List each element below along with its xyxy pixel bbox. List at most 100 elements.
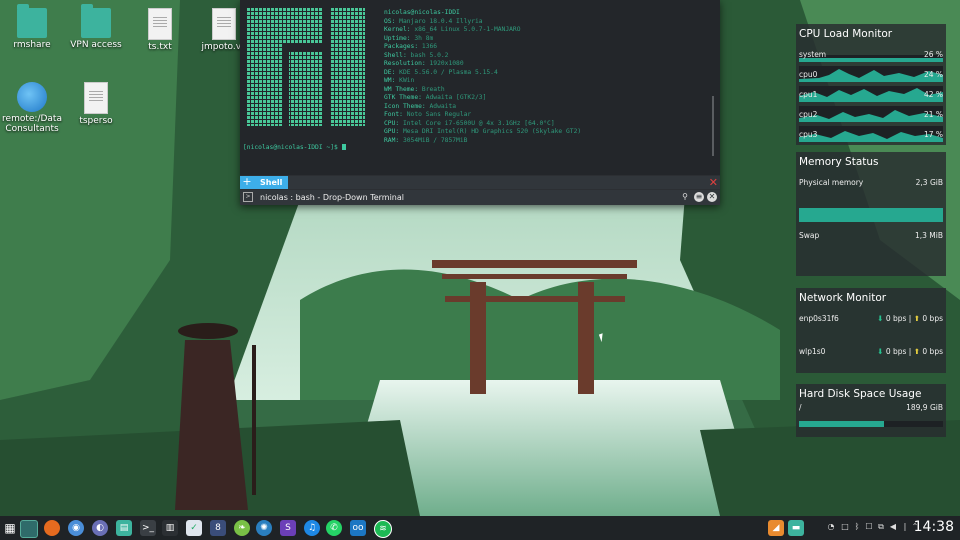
sysinfo-cpu: Intel Core i7-6500U @ 4x 3.1GHz [64.0°C] [402, 119, 555, 127]
terminal-app-icon: > [243, 192, 253, 202]
globe-icon [17, 82, 47, 112]
tab-shell[interactable]: Shell [254, 176, 289, 189]
pin-icon[interactable]: ⚲ [680, 192, 690, 202]
sysinfo-resolution: 1920x1080 [429, 60, 464, 67]
network-tool-icon[interactable]: ✺ [256, 520, 272, 536]
terminal-title-bar: > nicolas : bash - Drop-Down Terminal ⚲ … [240, 190, 720, 205]
notes-app-icon[interactable]: ◢ [768, 520, 784, 536]
vivaldi-icon[interactable]: ✓ [186, 520, 202, 536]
physical-memory-bar [799, 208, 943, 222]
display-icon[interactable]: ⧉ [876, 522, 886, 532]
network-row-enp0s31f6: enp0s31f6 ⬇ 0 bps | ⬆ 0 bps [799, 314, 943, 323]
nextcloud-icon[interactable]: oo [350, 520, 366, 536]
disk-row-root: / 189,9 GiB [799, 403, 943, 412]
close-icon[interactable]: ✕ [707, 192, 717, 202]
sysinfo-icon-theme: Adwaita [429, 102, 457, 110]
bluetooth-icon[interactable]: ᛒ [852, 522, 862, 532]
screenfetch-output: nicolas@nicolas-IDDI OS: Manjaro 18.0.4 … [384, 9, 582, 144]
keepass-icon[interactable]: 8 [210, 520, 226, 536]
cpu-row-system: system 26 % [799, 46, 943, 62]
widget-title: Memory Status [799, 156, 879, 168]
cpu-graph [799, 106, 943, 122]
network-row-wlp1s0: wlp1s0 ⬇ 0 bps | ⬆ 0 bps [799, 347, 943, 356]
sysinfo-wm-theme: Breath [421, 85, 445, 93]
swap-row: Swap 1,3 MiB [799, 231, 943, 240]
sysinfo-shell: bash 5.0.2 [410, 51, 449, 59]
chromium-icon[interactable]: ◉ [68, 520, 84, 536]
dropdown-terminal-window[interactable]: nicolas@nicolas-IDDI OS: Manjaro 18.0.4 … [240, 0, 720, 205]
cpu-graph [799, 126, 943, 142]
sysinfo-gpu: Mesa DRI Intel(R) HD Graphics 520 (Skyla… [402, 128, 582, 135]
terminal-icon[interactable]: >_ [140, 520, 156, 536]
sysinfo-ram: 3054MiB / 7857MiB [402, 136, 468, 144]
memory-status-widget: Memory Status Physical memory 2,3 GiB Sw… [796, 152, 946, 276]
close-tab-icon[interactable]: ✕ [709, 176, 718, 189]
text-cursor [341, 144, 346, 150]
disk-usage-fill [799, 421, 884, 427]
shell-prompt[interactable]: [nicolas@nicolas-IDDI ~]$ [243, 144, 346, 151]
network-icon[interactable]: | [900, 522, 910, 532]
sysinfo-font: Noto Sans Regular [406, 111, 472, 118]
physical-memory-row: Physical memory 2,3 GiB [799, 178, 943, 187]
cpu-row-cpu3: cpu3 17 % [799, 126, 943, 142]
cpu-load-monitor-widget: CPU Load Monitor system 26 % cpu0 24 % c… [796, 24, 946, 145]
firefox-icon[interactable] [44, 520, 60, 536]
spotify-icon[interactable]: ≋ [374, 520, 392, 538]
sysinfo-uptime: 3h 8m [414, 34, 434, 42]
physical-memory-fill [799, 208, 943, 222]
hard-disk-usage-widget: Hard Disk Space Usage / 189,9 GiB [796, 384, 946, 437]
new-tab-plus-icon[interactable]: + [240, 176, 254, 189]
file-manager-icon[interactable]: ▤ [116, 520, 132, 536]
application-launcher-icon[interactable]: ▦ [2, 520, 18, 536]
menu-icon[interactable]: ≡ [694, 192, 704, 202]
upload-arrow-icon: ⬆ [913, 314, 921, 323]
system-monitor-icon[interactable]: ▥ [162, 520, 178, 536]
desktop-icon-tsperso[interactable]: tsperso [64, 82, 128, 126]
skype-icon[interactable]: ♫ [304, 520, 320, 536]
clipboard-icon[interactable]: □ [840, 522, 850, 532]
sysinfo-os: Manjaro 18.0.4 Illyria [399, 17, 483, 25]
sysinfo-gtk-theme: Adwaita [GTK2/3] [425, 94, 487, 101]
window-title: nicolas : bash - Drop-Down Terminal [260, 193, 405, 202]
browser-icon[interactable]: ◐ [92, 520, 108, 536]
leaf-app-icon[interactable]: ❧ [234, 520, 250, 536]
text-file-icon [212, 8, 236, 40]
kde-connect-icon[interactable]: ☐ [864, 522, 874, 532]
manjaro-logo-icon [247, 8, 365, 126]
desktop-icon-ts-txt[interactable]: ts.txt [128, 8, 192, 52]
desktop-icon-vpn-access[interactable]: VPN access [64, 4, 128, 50]
cpu-row-cpu1: cpu1 42 % [799, 86, 943, 102]
download-arrow-icon: ⬇ [877, 314, 884, 323]
update-notifier-icon[interactable]: ◔ [826, 522, 836, 532]
folder-app-icon[interactable]: ▬ [788, 520, 804, 536]
terminal-tab-bar: + Shell ✕ [240, 176, 720, 189]
sysinfo-de: KDE 5.56.0 / Plasma 5.15.4 [399, 68, 498, 76]
text-file-icon [148, 8, 172, 40]
digital-clock[interactable]: 14:38 [914, 519, 954, 535]
taskbar: ▦ ◉ ◐ ▤ >_ ▥ ✓ 8 ❧ ✺ S ♫ ✆ oo ≋ ◢ ▬ ◔ □ … [0, 516, 960, 540]
desktop-icon-rmshare[interactable]: rmshare [0, 4, 64, 50]
terminal-area[interactable]: nicolas@nicolas-IDDI OS: Manjaro 18.0.4 … [240, 0, 720, 175]
desktop-icon-remote-data-consultants[interactable]: remote:/Data Consultants [0, 82, 64, 134]
text-file-icon [84, 82, 108, 114]
pager-desktop-icon[interactable] [20, 520, 38, 538]
volume-icon[interactable]: ◀ [888, 522, 898, 532]
folder-icon [81, 4, 111, 38]
disk-usage-bar [799, 421, 943, 427]
download-arrow-icon: ⬇ [877, 347, 884, 356]
folder-icon [17, 4, 47, 38]
whatsapp-icon[interactable]: ✆ [326, 520, 342, 536]
cpu-graph [799, 66, 943, 82]
sublime-text-icon[interactable]: S [280, 520, 296, 536]
sysinfo-kernel: x86_64 Linux 5.0.7-1-MANJARO [414, 26, 521, 33]
sysinfo-user: nicolas@nicolas-IDDI [384, 9, 460, 16]
widget-title: CPU Load Monitor [799, 28, 893, 40]
cpu-row-cpu2: cpu2 21 % [799, 106, 943, 122]
widget-title: Network Monitor [799, 292, 887, 304]
terminal-scrollbar[interactable] [712, 96, 714, 156]
cpu-row-cpu0: cpu0 24 % [799, 66, 943, 82]
sysinfo-wm: KWin [399, 77, 415, 84]
sysinfo-packages: 1366 [421, 43, 438, 50]
cpu-graph [799, 86, 943, 102]
network-monitor-widget: Network Monitor enp0s31f6 ⬇ 0 bps | ⬆ 0 … [796, 288, 946, 373]
